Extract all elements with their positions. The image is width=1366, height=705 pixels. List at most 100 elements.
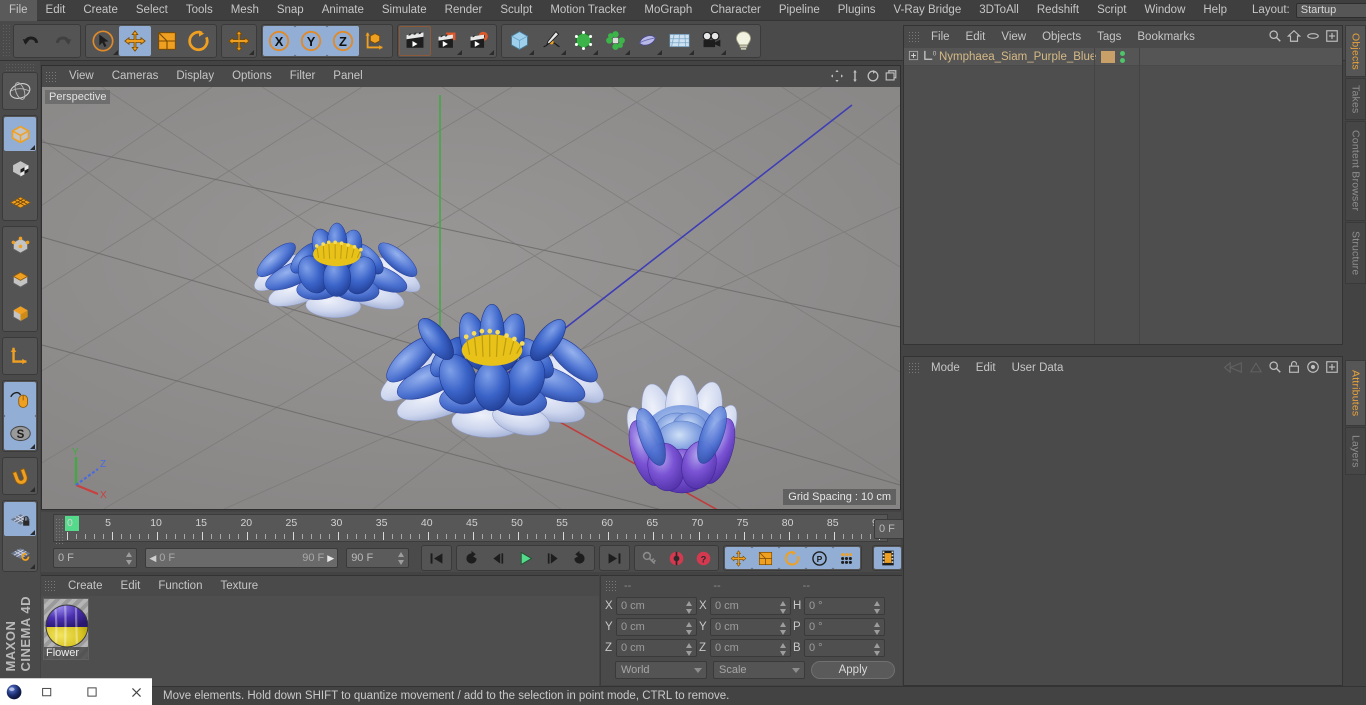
model-mode-button[interactable] [4, 117, 36, 151]
record-parameter-button[interactable]: P [806, 547, 833, 569]
coord-rotation-field-2[interactable]: 0 ° [804, 639, 885, 657]
vtab-content-browser[interactable]: Content Browser [1345, 121, 1366, 221]
frame-range-bar[interactable]: ◀ 0 F 90 F ▶ [145, 548, 339, 568]
redo-button[interactable] [47, 25, 79, 56]
render-view-button[interactable] [399, 25, 431, 56]
undo-button[interactable] [15, 25, 47, 56]
add-light-button[interactable] [727, 25, 759, 56]
dolly-icon[interactable] [848, 69, 862, 88]
menu-item-snap[interactable]: Snap [268, 0, 313, 21]
edges-mode-button[interactable] [4, 262, 36, 296]
record-scale-button[interactable] [752, 547, 779, 569]
maximize-icon[interactable] [1325, 29, 1339, 48]
viewport-menu-panel[interactable]: Panel [324, 66, 371, 87]
vtab-objects[interactable]: Objects [1345, 25, 1366, 77]
x-axis-lock-button[interactable]: X [263, 25, 295, 56]
workplane-reset-button[interactable] [4, 536, 36, 570]
viewport-menu-cameras[interactable]: Cameras [103, 66, 168, 87]
attribute-manager-menu-user-data[interactable]: User Data [1004, 357, 1072, 379]
move-tool-button[interactable] [119, 25, 151, 56]
menu-item-sculpt[interactable]: Sculpt [491, 0, 541, 21]
menu-item-pipeline[interactable]: Pipeline [770, 0, 829, 21]
viewport-canvas[interactable] [42, 87, 900, 509]
range-right-arrow-icon[interactable]: ▶ [327, 553, 334, 564]
polygons-mode-button[interactable] [4, 296, 36, 330]
coordinates-grip[interactable] [605, 580, 616, 592]
forward-icon[interactable] [1249, 361, 1263, 379]
restore-window-button[interactable] [33, 686, 64, 699]
attribute-manager-menu-edit[interactable]: Edit [968, 357, 1004, 379]
record-rotation-button[interactable] [779, 547, 806, 569]
coord-size-field-2[interactable]: 0 cm [710, 639, 791, 657]
end-frame-field[interactable]: 90 F [346, 548, 409, 568]
material-menu-edit[interactable]: Edit [112, 576, 150, 596]
attribute-manager-grip[interactable] [908, 362, 919, 374]
record-position-button[interactable] [725, 547, 752, 569]
object-manager-menu-view[interactable]: View [993, 26, 1034, 48]
object-manager-menu-bookmarks[interactable]: Bookmarks [1129, 26, 1203, 48]
step-forward-button[interactable] [539, 547, 566, 569]
material-list[interactable]: Flower [41, 596, 599, 686]
step-back-button[interactable] [485, 547, 512, 569]
world-object-coord-button[interactable] [359, 25, 391, 56]
menu-item-mograph[interactable]: MoGraph [635, 0, 701, 21]
coord-position-field-0-spinner[interactable] [686, 601, 693, 614]
menu-item-script[interactable]: Script [1088, 0, 1135, 21]
coord-system-dropdown[interactable]: World [615, 661, 707, 679]
add-deformer-button[interactable] [631, 25, 663, 56]
material-menu-function[interactable]: Function [149, 576, 211, 596]
go-to-end-button[interactable] [601, 547, 628, 569]
coord-position-field-2[interactable]: 0 cm [616, 639, 697, 657]
perspective-viewport[interactable]: View Cameras Display Options Filter Panel [41, 65, 901, 510]
menu-item-help[interactable]: Help [1194, 0, 1236, 21]
keyframe-selection-button[interactable]: ? [690, 547, 717, 569]
z-axis-lock-button[interactable]: Z [327, 25, 359, 56]
visibility-dots[interactable] [1120, 50, 1125, 63]
menu-item-render[interactable]: Render [436, 0, 492, 21]
object-manager-tree[interactable]: 0 Nymphaea_Siam_Purple_Blue [904, 48, 1342, 344]
search-icon[interactable] [1268, 29, 1282, 48]
texture-mode-button[interactable] [4, 151, 36, 185]
left-palette-grip[interactable] [5, 63, 35, 71]
menu-item-tools[interactable]: Tools [177, 0, 222, 21]
vtab-attributes[interactable]: Attributes [1345, 360, 1366, 426]
play-backwards-loop-button[interactable] [458, 547, 485, 569]
object-manager-menu-edit[interactable]: Edit [958, 26, 994, 48]
toolbar-grip[interactable] [2, 23, 11, 58]
menu-item-redshift[interactable]: Redshift [1028, 0, 1088, 21]
size-mode-dropdown[interactable]: Scale [713, 661, 805, 679]
coord-position-field-1-spinner[interactable] [686, 622, 693, 635]
object-manager-menu-file[interactable]: File [923, 26, 958, 48]
live-selection-button[interactable] [87, 25, 119, 56]
c4d-app-icon[interactable] [0, 681, 31, 703]
coord-size-field-1-spinner[interactable] [780, 622, 787, 635]
material-tag-icon[interactable] [1101, 50, 1115, 63]
home-icon[interactable] [1286, 29, 1302, 48]
workplane-lock-button[interactable] [4, 502, 36, 536]
range-left-arrow-icon[interactable]: ◀ [149, 553, 156, 564]
close-icon[interactable] [122, 686, 153, 699]
menu-item-motion-tracker[interactable]: Motion Tracker [541, 0, 635, 21]
layout-select[interactable]: Startup [1295, 2, 1366, 18]
viewport-menu-options[interactable]: Options [223, 66, 281, 87]
add-camera-button[interactable] [695, 25, 727, 56]
coord-rotation-field-0-spinner[interactable] [874, 601, 881, 614]
add-generator-button[interactable] [567, 25, 599, 56]
menu-item-edit[interactable]: Edit [37, 0, 75, 21]
snap-magnet-button[interactable] [4, 459, 36, 493]
expand-toggle-icon[interactable] [908, 48, 919, 66]
render-settings-button[interactable] [463, 25, 495, 56]
viewport-menu-display[interactable]: Display [167, 66, 223, 87]
add-cube-button[interactable] [503, 25, 535, 56]
record-active-objects-button[interactable] [663, 547, 690, 569]
add-mograph-button[interactable] [599, 25, 631, 56]
loop-forward-button[interactable] [566, 547, 593, 569]
menu-item-select[interactable]: Select [127, 0, 177, 21]
soft-selection-button[interactable]: S [4, 416, 36, 450]
vtab-takes[interactable]: Takes [1345, 78, 1366, 120]
window-restore-square[interactable] [77, 686, 108, 698]
maximize-view-icon[interactable] [884, 69, 898, 88]
viewport-menu-grip[interactable] [45, 70, 56, 83]
timeline-view-button[interactable] [874, 547, 901, 569]
object-manager-menu-tags[interactable]: Tags [1089, 26, 1129, 48]
